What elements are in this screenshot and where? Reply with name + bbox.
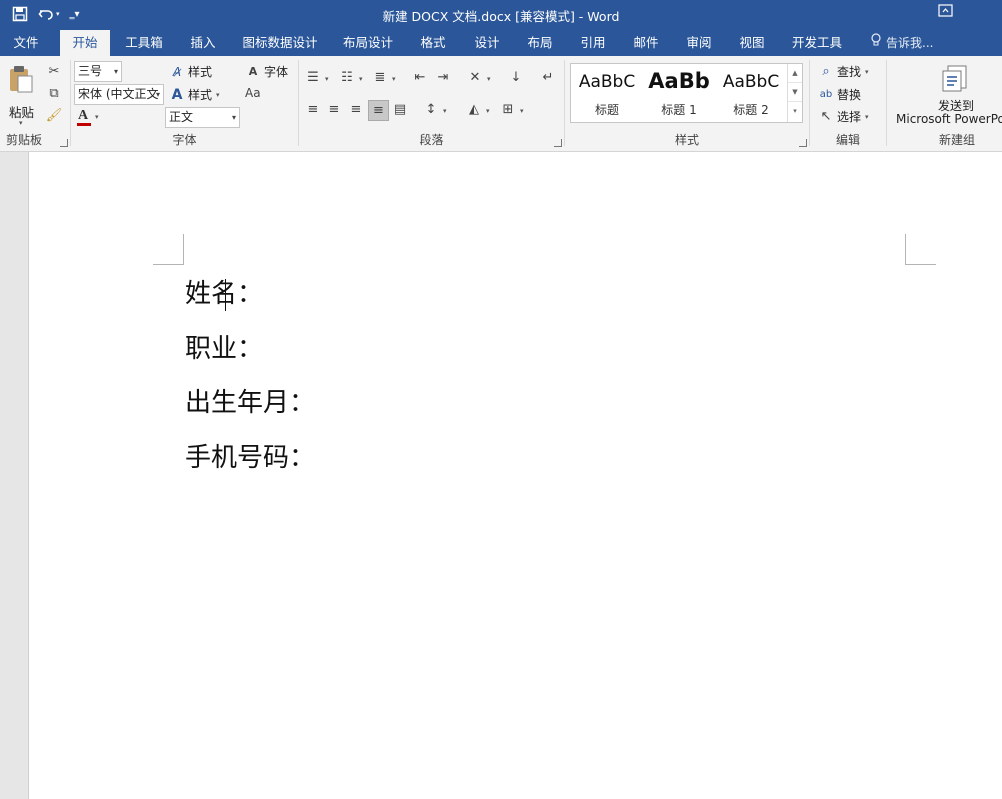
change-case-button[interactable]: Aa [245, 86, 261, 100]
styles-pane-icon: A [171, 86, 183, 103]
styles-group-label: 样式 [674, 133, 699, 147]
send-to-powerpoint-button[interactable]: 发送到 Microsoft PowerPo [887, 62, 1002, 128]
sort-icon[interactable]: ↓ [508, 69, 524, 85]
tab-design[interactable]: 设计 [466, 30, 508, 56]
borders-icon[interactable]: ⊞ [500, 101, 516, 117]
editing-group-label: 编辑 [835, 133, 860, 147]
select-cursor-icon: ↖ [820, 109, 832, 124]
doc-line-occupation[interactable]: 职业： [185, 328, 263, 365]
cut-icon[interactable]: ✂ [46, 63, 62, 79]
chevron-down-icon: ▾ [113, 67, 118, 76]
document-page[interactable] [29, 152, 1002, 799]
ribbon-tab-bar: 文件 开始 工具箱 插入 图标数据设计 布局设计 格式 设计 布局 引用 邮件 … [0, 30, 1002, 56]
clipboard-group: 粘贴 ▾ ✂ ⧉ 🖌 剪贴板 [0, 56, 70, 152]
show-marks-icon[interactable]: ↵ [540, 69, 556, 85]
tab-toolbox[interactable]: 工具箱 [118, 30, 170, 56]
tab-chart-data-design[interactable]: 图标数据设计 [236, 30, 324, 56]
font-color-icon: A [77, 108, 91, 126]
font-icon: A [248, 65, 258, 78]
justify-icon[interactable]: ≡ [368, 100, 389, 121]
styles-launcher-icon[interactable] [799, 139, 807, 147]
find-button[interactable]: ⌕ 查找 ▾ [818, 63, 868, 80]
copy-icon[interactable]: ⧉ [46, 85, 62, 101]
font-size-combo[interactable]: 三号 ▾ [74, 61, 122, 82]
crop-mark-top-right [905, 234, 936, 265]
chinese-layout-icon[interactable]: ✕ [467, 69, 483, 85]
shading-icon[interactable]: ◭ [466, 101, 482, 117]
font-name-value: 宋体 (中文正文 [78, 87, 159, 101]
tab-file[interactable]: 文件 [2, 30, 50, 56]
lightbulb-icon [870, 30, 882, 56]
paragraph-group-label: 段落 [419, 133, 444, 147]
tab-view[interactable]: 视图 [731, 30, 773, 56]
text-cursor [225, 279, 227, 311]
font-group: 三号 ▾ 宋体 (中文正文 ▾ A ▾ A̷ 样式 A 样式 ▾ 正文 ▾ A … [71, 56, 298, 152]
paragraph-group: ☰ ▾ ☷ ▾ ≣ ▾ ⇤ ⇥ ✕ ▾ ↓ ↵ ≡ ≡ ≡ ≡ ▤ ↕ ▾ ◭ ▾ ⊞ ▾ 段… [299, 56, 564, 152]
editing-group: ⌕ 查找 ▾ ab 替换 ↖ 选择 ▾ 编辑 [810, 56, 886, 152]
bullets-icon[interactable]: ☰ [305, 69, 321, 85]
tab-review[interactable]: 审阅 [678, 30, 720, 56]
crop-mark-top-left [153, 234, 184, 265]
new-group-label: 新建组 [938, 133, 975, 147]
tab-insert[interactable]: 插入 [182, 30, 224, 56]
window-title: 新建 DOCX 文档.docx [兼容模式] - Word [382, 9, 620, 24]
font-name-combo[interactable]: 宋体 (中文正文 ▾ [74, 84, 164, 105]
replace-icon: ab [819, 89, 833, 100]
tab-developer[interactable]: 开发工具 [784, 30, 850, 56]
tab-mailings[interactable]: 邮件 [625, 30, 667, 56]
select-button[interactable]: ↖ 选择 ▾ [818, 108, 869, 125]
new-group: 发送到 Microsoft PowerPo 新建组 [887, 56, 1002, 152]
tell-me-text: 告诉我... [886, 36, 934, 50]
doc-line-birth-date[interactable]: 出生年月： [185, 382, 315, 419]
format-painter-icon[interactable]: 🖌 [46, 107, 63, 123]
tab-format[interactable]: 格式 [412, 30, 454, 56]
replace-button[interactable]: ab 替换 [818, 86, 861, 103]
style-value: 正文 [169, 110, 194, 124]
clipboard-launcher-icon[interactable] [60, 139, 68, 147]
styles-icon: A̷ [172, 64, 182, 79]
powerpoint-icon [940, 64, 972, 97]
increase-indent-icon[interactable]: ⇥ [435, 69, 451, 85]
tab-home[interactable]: 开始 [60, 30, 110, 56]
ribbon-display-options-icon[interactable] [938, 4, 958, 20]
multilevel-list-icon[interactable]: ≣ [372, 69, 388, 85]
doc-line-name[interactable]: 姓名： [185, 273, 263, 311]
ribbon: 粘贴 ▾ ✂ ⧉ 🖌 剪贴板 三号 ▾ 宋体 (中文正文 ▾ A ▾ A̷ 样式 [0, 56, 1002, 152]
align-center-icon[interactable]: ≡ [326, 101, 342, 117]
styles-button-1[interactable]: A̷ 样式 [169, 63, 212, 80]
styles-group: 样式 [565, 56, 809, 152]
styles-button-2[interactable]: A 样式 ▾ [169, 86, 220, 103]
decrease-indent-icon[interactable]: ⇤ [412, 69, 428, 85]
font-group-label: 字体 [172, 133, 197, 147]
doc-line-phone[interactable]: 手机号码： [185, 437, 315, 474]
left-margin-strip [0, 152, 29, 799]
align-left-icon[interactable]: ≡ [305, 101, 321, 117]
title-bar: ▾ ‗▾ 新建 DOCX 文档.docx [兼容模式] - Word [0, 0, 1002, 30]
font-dialog-button[interactable]: A 字体 [245, 63, 288, 80]
chevron-down-icon: ▾ [231, 113, 236, 122]
search-icon: ⌕ [822, 64, 830, 79]
paste-button[interactable]: 粘贴 ▾ [4, 62, 38, 128]
tab-layout-design[interactable]: 布局设计 [336, 30, 400, 56]
change-case-icon: Aa [245, 86, 261, 100]
tell-me-box[interactable]: 告诉我... [870, 30, 933, 56]
font-size-value: 三号 [78, 64, 103, 78]
paragraph-launcher-icon[interactable] [554, 139, 562, 147]
chevron-down-icon: ▾ [155, 90, 160, 99]
tab-references[interactable]: 引用 [572, 30, 614, 56]
tab-layout[interactable]: 布局 [519, 30, 561, 56]
font-color-button[interactable]: A ▾ [77, 108, 99, 126]
line-spacing-icon[interactable]: ↕ [423, 101, 439, 117]
distributed-icon[interactable]: ▤ [392, 101, 408, 117]
align-right-icon[interactable]: ≡ [348, 101, 364, 117]
numbering-icon[interactable]: ☷ [339, 69, 355, 85]
paste-icon [8, 64, 34, 97]
style-combo[interactable]: 正文 ▾ [165, 107, 240, 128]
